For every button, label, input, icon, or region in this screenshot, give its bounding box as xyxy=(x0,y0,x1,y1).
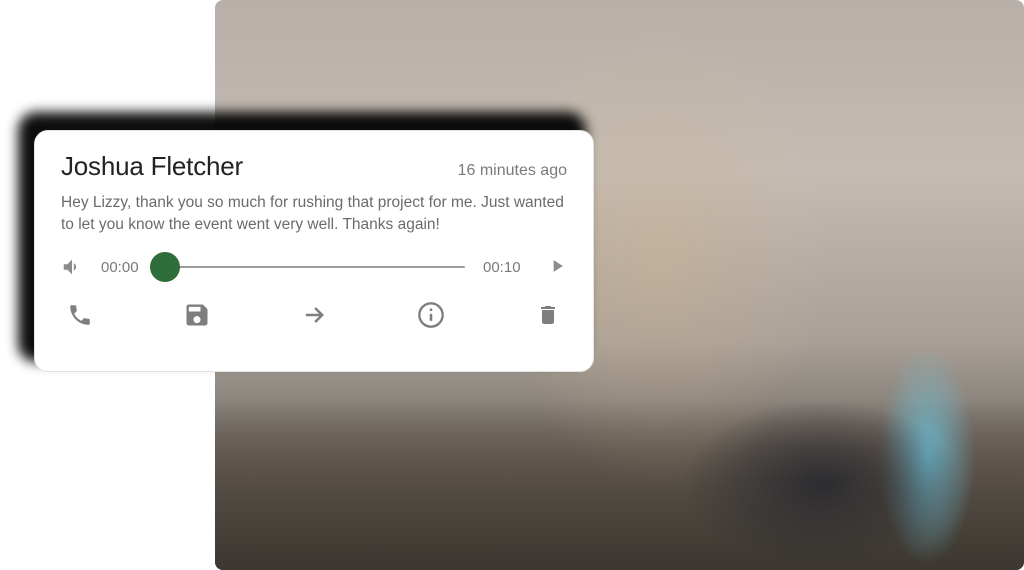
action-toolbar xyxy=(61,300,567,330)
transcript-text: Hey Lizzy, thank you so much for rushing… xyxy=(61,192,567,236)
card-header: Joshua Fletcher 16 minutes ago xyxy=(61,151,567,182)
speaker-icon[interactable] xyxy=(61,256,83,278)
current-time: 00:00 xyxy=(101,259,147,276)
timestamp: 16 minutes ago xyxy=(458,162,567,180)
info-button[interactable] xyxy=(416,300,446,330)
play-icon[interactable] xyxy=(547,256,567,278)
audio-player: 00:00 00:10 xyxy=(61,256,567,278)
delete-button[interactable] xyxy=(533,300,563,330)
duration-time: 00:10 xyxy=(483,259,529,276)
voicemail-card: Joshua Fletcher 16 minutes ago Hey Lizzy… xyxy=(34,130,594,372)
progress-slider[interactable] xyxy=(165,266,465,268)
save-button[interactable] xyxy=(182,300,212,330)
call-button[interactable] xyxy=(65,300,95,330)
slider-thumb[interactable] xyxy=(150,252,180,282)
forward-button[interactable] xyxy=(299,300,329,330)
caller-name: Joshua Fletcher xyxy=(61,151,243,182)
